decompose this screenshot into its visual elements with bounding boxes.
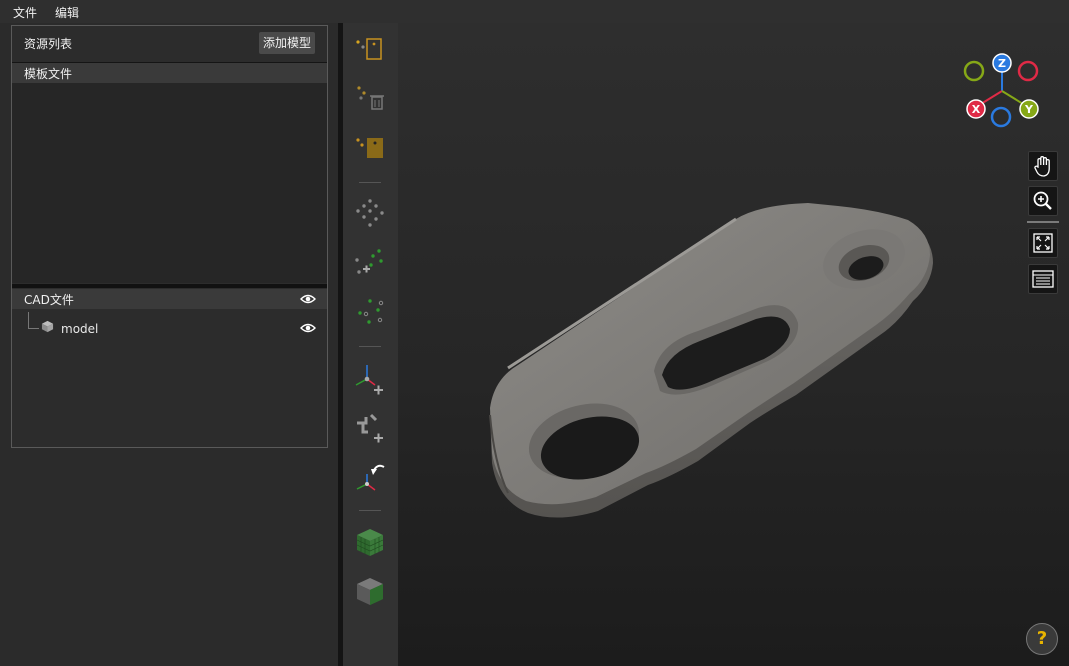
menu-edit[interactable]: 编辑 xyxy=(55,4,79,21)
select-point-icon[interactable] xyxy=(353,131,387,165)
model-visibility-eye-icon[interactable] xyxy=(300,323,316,333)
hand-icon xyxy=(1034,156,1050,177)
menu-bar: 文件 编辑 xyxy=(0,0,1069,23)
fit-view-button[interactable] xyxy=(1028,228,1058,258)
cad-visibility-eye-icon[interactable] xyxy=(300,294,316,304)
resource-list-header: 资源列表 添加模型 xyxy=(12,26,327,61)
delete-point-icon[interactable] xyxy=(353,81,387,115)
axis-z-label: Z xyxy=(998,57,1006,70)
point-cloud-icon[interactable] xyxy=(353,198,387,232)
cad-item-model[interactable]: model xyxy=(61,322,98,336)
list-panel-icon xyxy=(1032,270,1054,288)
add-point-icon[interactable] xyxy=(353,33,387,67)
cad-files-title: CAD文件 xyxy=(24,293,74,307)
orientation-gizmo[interactable]: Z X Y xyxy=(954,53,1054,133)
axis-neg-z-handle[interactable] xyxy=(990,106,1012,128)
display-settings-button[interactable] xyxy=(1028,264,1058,294)
fit-view-icon xyxy=(1033,233,1053,253)
rotate-frame-icon[interactable] xyxy=(353,460,387,494)
template-files-title: 模板文件 xyxy=(24,67,73,81)
model-cube-icon xyxy=(41,320,54,333)
zoom-in-icon xyxy=(1033,191,1052,210)
resource-list-title: 资源列表 xyxy=(24,37,73,51)
view-button-separator xyxy=(1027,221,1059,223)
add-model-button[interactable]: 添加模型 xyxy=(258,32,315,54)
add-pick-point-icon[interactable] xyxy=(353,411,387,445)
model-cube-icon-2[interactable] xyxy=(353,575,387,609)
resource-list-panel: 资源列表 添加模型 模板文件 CAD文件 model xyxy=(11,25,328,448)
toolbar-separator xyxy=(359,346,381,347)
toolbar-separator xyxy=(359,510,381,511)
model-cube-icon[interactable] xyxy=(353,526,387,560)
help-button[interactable]: ? xyxy=(1026,623,1058,655)
axis-neg-x-handle[interactable] xyxy=(1017,60,1039,82)
sample-points-icon[interactable] xyxy=(353,295,387,329)
template-files-section-header[interactable]: 模板文件 xyxy=(12,62,327,83)
zoom-tool-button[interactable] xyxy=(1028,186,1058,216)
menu-file[interactable]: 文件 xyxy=(13,4,37,21)
add-frame-icon[interactable] xyxy=(353,361,387,395)
axis-x-label: X xyxy=(972,103,981,116)
vertical-toolbar xyxy=(343,23,398,666)
template-files-list xyxy=(12,83,327,283)
tree-connector xyxy=(28,312,39,329)
axis-y-label: Y xyxy=(1024,103,1034,116)
section-splitter[interactable] xyxy=(12,284,327,288)
toolbar-separator xyxy=(359,182,381,183)
pan-tool-button[interactable] xyxy=(1028,151,1058,181)
cad-files-section-header[interactable]: CAD文件 xyxy=(12,289,327,309)
left-sidebar: 资源列表 添加模型 模板文件 CAD文件 model xyxy=(0,23,338,666)
axis-neg-y-handle[interactable] xyxy=(963,60,985,82)
add-points-icon[interactable] xyxy=(353,246,387,280)
3d-viewport[interactable]: Z X Y ? xyxy=(398,23,1069,666)
